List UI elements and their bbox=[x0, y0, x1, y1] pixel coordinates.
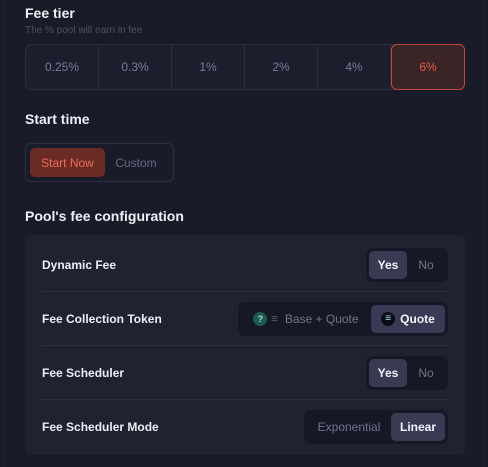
fee-scheduler-label: Fee Scheduler bbox=[42, 365, 125, 380]
fee-tier-option-0-3[interactable]: 0.3% bbox=[99, 45, 172, 89]
fee-scheduler-toggle: Yes No bbox=[366, 355, 448, 390]
fee-config-card: Dynamic Fee Yes No Fee Collection Token … bbox=[25, 235, 465, 455]
fee-scheduler-mode-row: Fee Scheduler Mode Exponential Linear bbox=[42, 400, 448, 454]
dynamic-fee-no-button[interactable]: No bbox=[407, 251, 445, 279]
fee-scheduler-yes-button[interactable]: Yes bbox=[369, 358, 407, 387]
fee-tier-subtitle: The % pool will earn in fee bbox=[25, 25, 143, 36]
dynamic-fee-yes-button[interactable]: Yes bbox=[369, 250, 407, 279]
fee-tier-option-0-25[interactable]: 0.25% bbox=[26, 45, 99, 89]
right-frame-border bbox=[483, 0, 484, 467]
solana-icon: ≡ bbox=[381, 311, 396, 326]
fee-tier-option-4[interactable]: 4% bbox=[318, 45, 391, 89]
fee-tier-selector: 0.25% 0.3% 1% 2% 4% 6% bbox=[25, 44, 465, 90]
quote-label: Quote bbox=[400, 311, 435, 326]
dynamic-fee-row: Dynamic Fee Yes No bbox=[42, 238, 448, 292]
start-now-button[interactable]: Start Now bbox=[30, 148, 105, 177]
start-time-toggle: Start Now Custom bbox=[25, 143, 174, 182]
fee-config-title: Pool's fee configuration bbox=[25, 208, 184, 224]
exponential-option[interactable]: Exponential bbox=[307, 413, 391, 441]
left-frame-border bbox=[4, 0, 5, 467]
base-quote-option[interactable]: ? ≡ Base + Quote bbox=[241, 305, 371, 333]
fee-scheduler-row: Fee Scheduler Yes No bbox=[42, 346, 448, 400]
fee-tier-option-2[interactable]: 2% bbox=[245, 45, 318, 89]
fee-tier-title: Fee tier bbox=[25, 5, 75, 21]
linear-option[interactable]: Linear bbox=[391, 413, 445, 441]
fee-scheduler-mode-toggle: Exponential Linear bbox=[304, 410, 448, 444]
fee-scheduler-mode-label: Fee Scheduler Mode bbox=[42, 420, 159, 434]
fee-collection-token-toggle: ? ≡ Base + Quote ≡ Quote bbox=[238, 301, 448, 336]
question-token-icon: ? bbox=[253, 311, 268, 326]
fee-scheduler-no-button[interactable]: No bbox=[407, 359, 445, 387]
fee-tier-option-6[interactable]: 6% bbox=[391, 44, 465, 90]
dynamic-fee-label: Dynamic Fee bbox=[42, 257, 117, 272]
fee-tier-option-1[interactable]: 1% bbox=[172, 45, 245, 89]
quote-option[interactable]: ≡ Quote bbox=[371, 304, 445, 333]
fee-collection-token-row: Fee Collection Token ? ≡ Base + Quote ≡ … bbox=[42, 292, 448, 346]
start-time-title: Start time bbox=[25, 111, 90, 127]
dynamic-fee-toggle: Yes No bbox=[366, 247, 448, 282]
stack-lines-icon: ≡ bbox=[271, 312, 278, 325]
fee-collection-token-label: Fee Collection Token bbox=[42, 311, 162, 326]
base-quote-label: Base + Quote bbox=[284, 311, 359, 326]
custom-start-button[interactable]: Custom bbox=[105, 148, 167, 177]
